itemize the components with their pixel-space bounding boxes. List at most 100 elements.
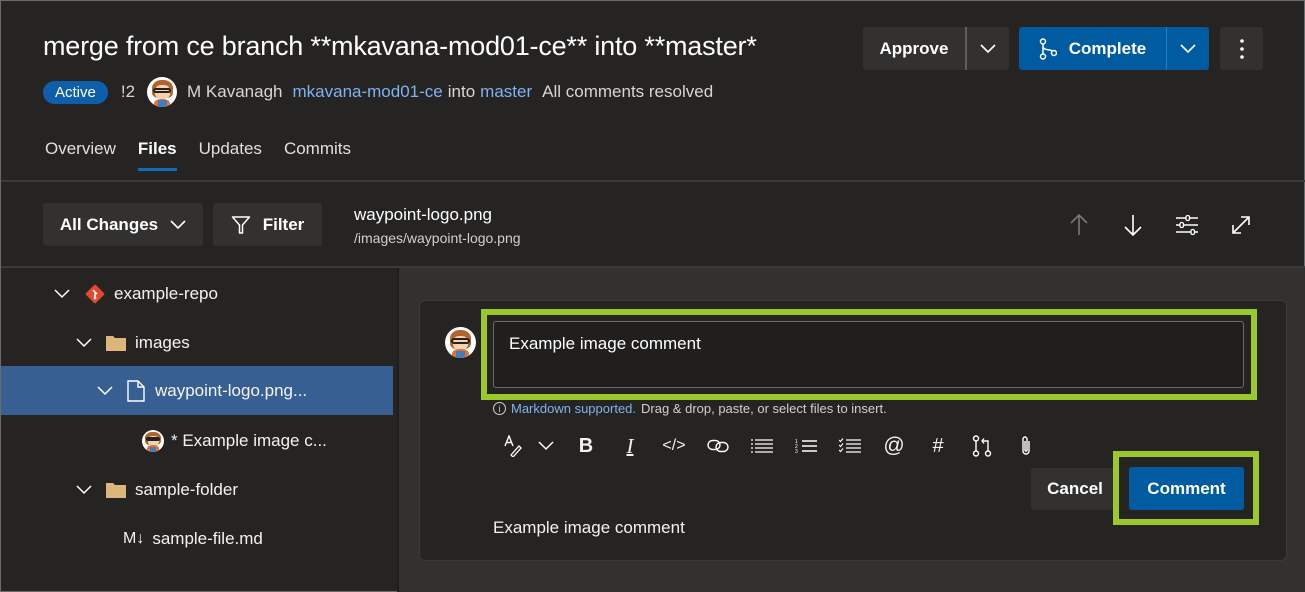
cancel-button[interactable]: Cancel (1031, 468, 1119, 510)
tree-item-label: sample-folder (135, 479, 238, 499)
all-changes-label: All Changes (59, 214, 159, 234)
tree-item-label: example-repo (114, 283, 218, 303)
link-button[interactable] (696, 431, 740, 461)
comment-submit-button[interactable]: Comment (1129, 467, 1244, 510)
merge-icon (1039, 37, 1057, 60)
previous-file-button[interactable] (1065, 211, 1093, 239)
git-repo-icon (85, 284, 105, 303)
approve-label: Approve (879, 38, 949, 58)
comment-preview: Example image comment (493, 518, 685, 537)
pr-tabs: Overview Files Updates Commits (45, 139, 373, 171)
tree-item-label: waypoint-logo.png... (155, 380, 308, 400)
formatting-toolbar: B I </> 123 @ # (498, 431, 1048, 461)
chevron-down-icon[interactable] (95, 381, 115, 401)
attach-button[interactable] (1004, 431, 1048, 461)
filter-button[interactable]: Filter (213, 203, 322, 246)
tree-item-repo[interactable]: example-repo (1, 269, 393, 318)
numbered-list-button[interactable]: 123 (784, 431, 828, 461)
pull-request-button[interactable] (960, 431, 1004, 461)
tree-item-folder-images[interactable]: images (1, 318, 393, 367)
tree-item-folder-sample[interactable]: sample-folder (1, 465, 393, 514)
tree-item-file-sample-md[interactable]: M↓ sample-file.md (1, 514, 393, 563)
comment-author-avatar (142, 429, 164, 452)
approve-group: Approve (863, 27, 1009, 70)
tab-overview[interactable]: Overview (45, 139, 116, 171)
markdown-supported-link[interactable]: Markdown supported. (511, 401, 636, 416)
commenter-avatar (445, 327, 476, 358)
comment-label: Comment (1147, 478, 1226, 498)
next-file-button[interactable] (1119, 211, 1147, 239)
link-icon (707, 439, 729, 453)
italic-icon: I (626, 433, 634, 458)
tree-item-comment[interactable]: * Example image c... (1, 416, 393, 465)
code-icon: </> (662, 437, 686, 454)
tabs-divider (1, 180, 1305, 182)
author-name[interactable]: M Kavanagh (187, 82, 282, 102)
bulleted-list-icon (751, 439, 773, 453)
svg-text:3: 3 (795, 449, 798, 454)
hint-text: Drag & drop, paste, or select files to i… (641, 401, 887, 416)
current-file-name: waypoint-logo.png (354, 205, 492, 224)
filter-label: Filter (262, 214, 305, 234)
folder-icon (106, 335, 126, 351)
task-list-icon (839, 438, 861, 453)
comment-input[interactable]: Example image comment (493, 321, 1244, 388)
info-icon: i (493, 402, 506, 415)
tree-item-file-waypoint-logo[interactable]: waypoint-logo.png... (1, 366, 393, 415)
tab-commits[interactable]: Commits (284, 139, 351, 171)
folder-icon (106, 482, 126, 498)
bulleted-list-button[interactable] (740, 431, 784, 461)
pull-request-icon (972, 435, 992, 457)
tab-files[interactable]: Files (137, 139, 177, 171)
author-avatar[interactable] (147, 77, 178, 107)
markdown-hint: i Markdown supported. Drag & drop, paste… (493, 401, 887, 416)
expand-icon (1232, 216, 1250, 234)
source-branch-link[interactable]: mkavana-mod01-ce (293, 82, 443, 102)
pr-id: !2 (120, 82, 136, 101)
chevron-down-icon (170, 219, 186, 229)
into-label: into (447, 82, 476, 101)
hash-icon: # (932, 434, 944, 457)
target-branch-link[interactable]: master (480, 82, 532, 102)
chevron-down-icon (538, 441, 554, 451)
task-list-button[interactable] (828, 431, 872, 461)
tree-item-label: * Example image c... (171, 430, 327, 450)
chevron-down-icon[interactable] (74, 333, 94, 353)
view-settings-button[interactable] (1173, 211, 1201, 239)
complete-options-button[interactable] (1167, 27, 1209, 70)
more-actions-button[interactable] (1220, 27, 1263, 70)
complete-button[interactable]: Complete (1019, 27, 1167, 70)
file-icon (127, 379, 145, 402)
at-mention-icon: @ (883, 434, 905, 457)
current-file-path: /images/waypoint-logo.png (354, 230, 521, 246)
pr-title: merge from ce branch **mkavana-mod01-ce*… (43, 31, 757, 61)
arrow-down-icon (1124, 215, 1142, 236)
chevron-down-icon[interactable] (74, 480, 94, 500)
format-dropdown-button[interactable] (528, 431, 564, 461)
chevron-down-icon (980, 43, 996, 53)
tree-item-label: sample-file.md (152, 528, 263, 548)
chevron-down-icon[interactable] (52, 284, 72, 304)
work-item-button[interactable]: # (916, 431, 960, 461)
settings-sliders-icon (1176, 215, 1198, 235)
text-format-icon (504, 435, 522, 457)
arrow-up-icon (1070, 214, 1088, 235)
file-tree: example-repo images waypoint-logo.png...… (1, 268, 394, 592)
mention-button[interactable]: @ (872, 431, 916, 461)
italic-button[interactable]: I (608, 431, 652, 461)
bold-button[interactable]: B (564, 431, 608, 461)
tab-updates[interactable]: Updates (199, 139, 262, 171)
tree-item-label: images (135, 332, 190, 352)
pr-meta: Active !2 M Kavanagh mkavana-mod01-ce in… (43, 77, 713, 107)
approve-button[interactable]: Approve (863, 27, 967, 70)
all-changes-dropdown[interactable]: All Changes (43, 203, 203, 246)
fullscreen-button[interactable] (1227, 211, 1255, 239)
bold-icon: B (578, 434, 594, 457)
markdown-icon: M↓ (123, 529, 145, 547)
status-badge: Active (43, 80, 108, 104)
complete-label: Complete (1068, 38, 1147, 58)
approve-options-button[interactable] (967, 27, 1009, 70)
code-button[interactable]: </> (652, 431, 696, 461)
chevron-down-icon (1180, 43, 1196, 53)
format-text-button[interactable] (498, 431, 528, 461)
